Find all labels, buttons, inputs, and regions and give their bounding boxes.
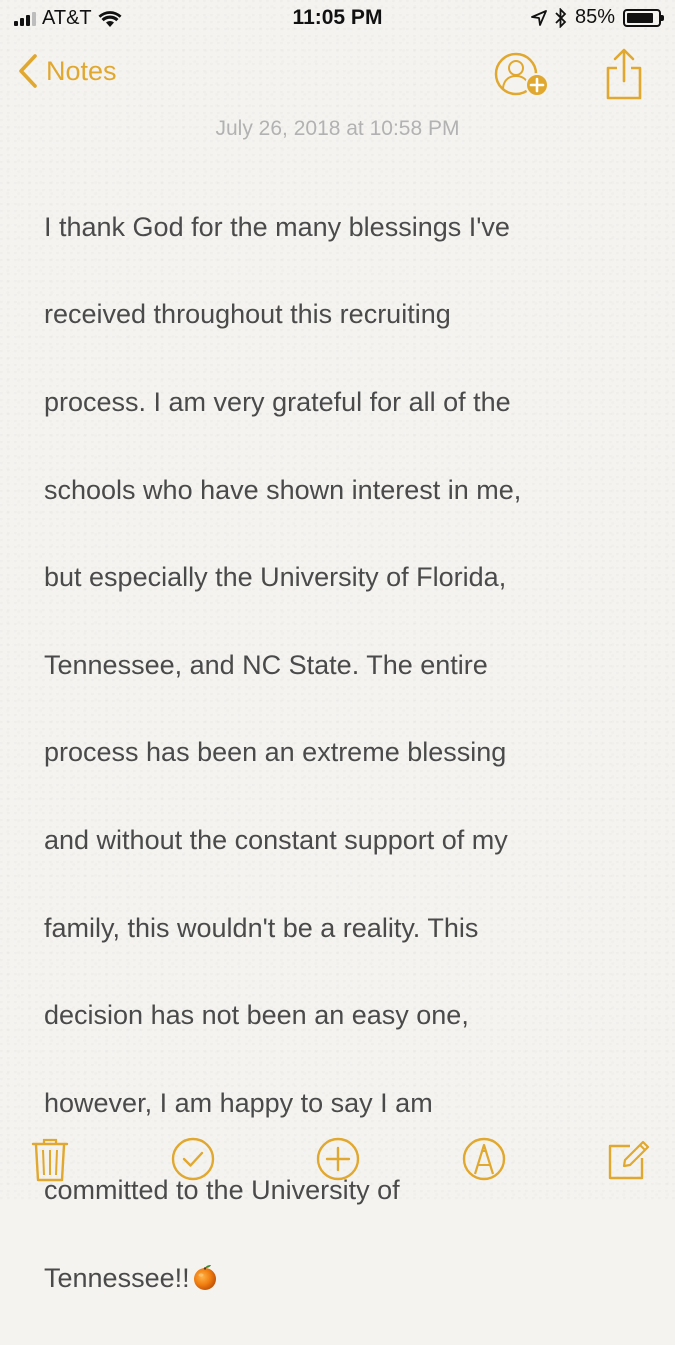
note-line: but especially the University of Florida…: [44, 562, 507, 593]
orange-emoji: [193, 1264, 216, 1290]
bluetooth-icon: [555, 7, 567, 28]
navigation-bar: Notes: [0, 40, 675, 110]
battery-percentage: 85%: [574, 6, 615, 28]
status-bar: AT&T 11:05 PM 85%: [0, 0, 675, 38]
add-person-icon[interactable]: [492, 52, 552, 100]
status-right: 85%: [531, 6, 664, 29]
note-line: received throughout this recruiting: [44, 299, 451, 330]
note-line: schools who have shown interest in me,: [44, 474, 522, 505]
trash-icon[interactable]: [28, 1136, 72, 1182]
note-date: July 26, 2018 at 10:58 PM: [215, 117, 460, 140]
checklist-icon[interactable]: [171, 1136, 215, 1182]
note-last-line: Tennessee!!: [44, 1257, 644, 1301]
note-line: and without the constant support of my: [44, 824, 508, 855]
location-arrow-icon: [531, 9, 547, 26]
battery-fill: [627, 12, 653, 23]
chevron-left-icon: [19, 54, 37, 88]
note-line: family, this wouldn't be a reality. This: [44, 912, 479, 943]
note-line: I thank God for the many blessings I've: [44, 211, 510, 242]
compose-icon[interactable]: [606, 1136, 650, 1182]
note-line: Tennessee!!: [44, 1262, 190, 1293]
back-button[interactable]: Notes: [18, 54, 117, 88]
note-line: Tennessee, and NC State. The entire: [44, 649, 488, 680]
share-icon[interactable]: [604, 48, 644, 100]
battery-icon: [623, 8, 664, 27]
add-icon[interactable]: [316, 1136, 360, 1182]
note-line: process. I am very grateful for all of t…: [44, 386, 511, 417]
back-button-label: Notes: [46, 55, 117, 86]
markup-icon[interactable]: [462, 1136, 506, 1182]
note-line: decision has not been an easy one,: [44, 1000, 469, 1031]
note-line: process has been an extreme blessing: [44, 737, 507, 768]
note-line: however, I am happy to say I am: [44, 1087, 433, 1118]
